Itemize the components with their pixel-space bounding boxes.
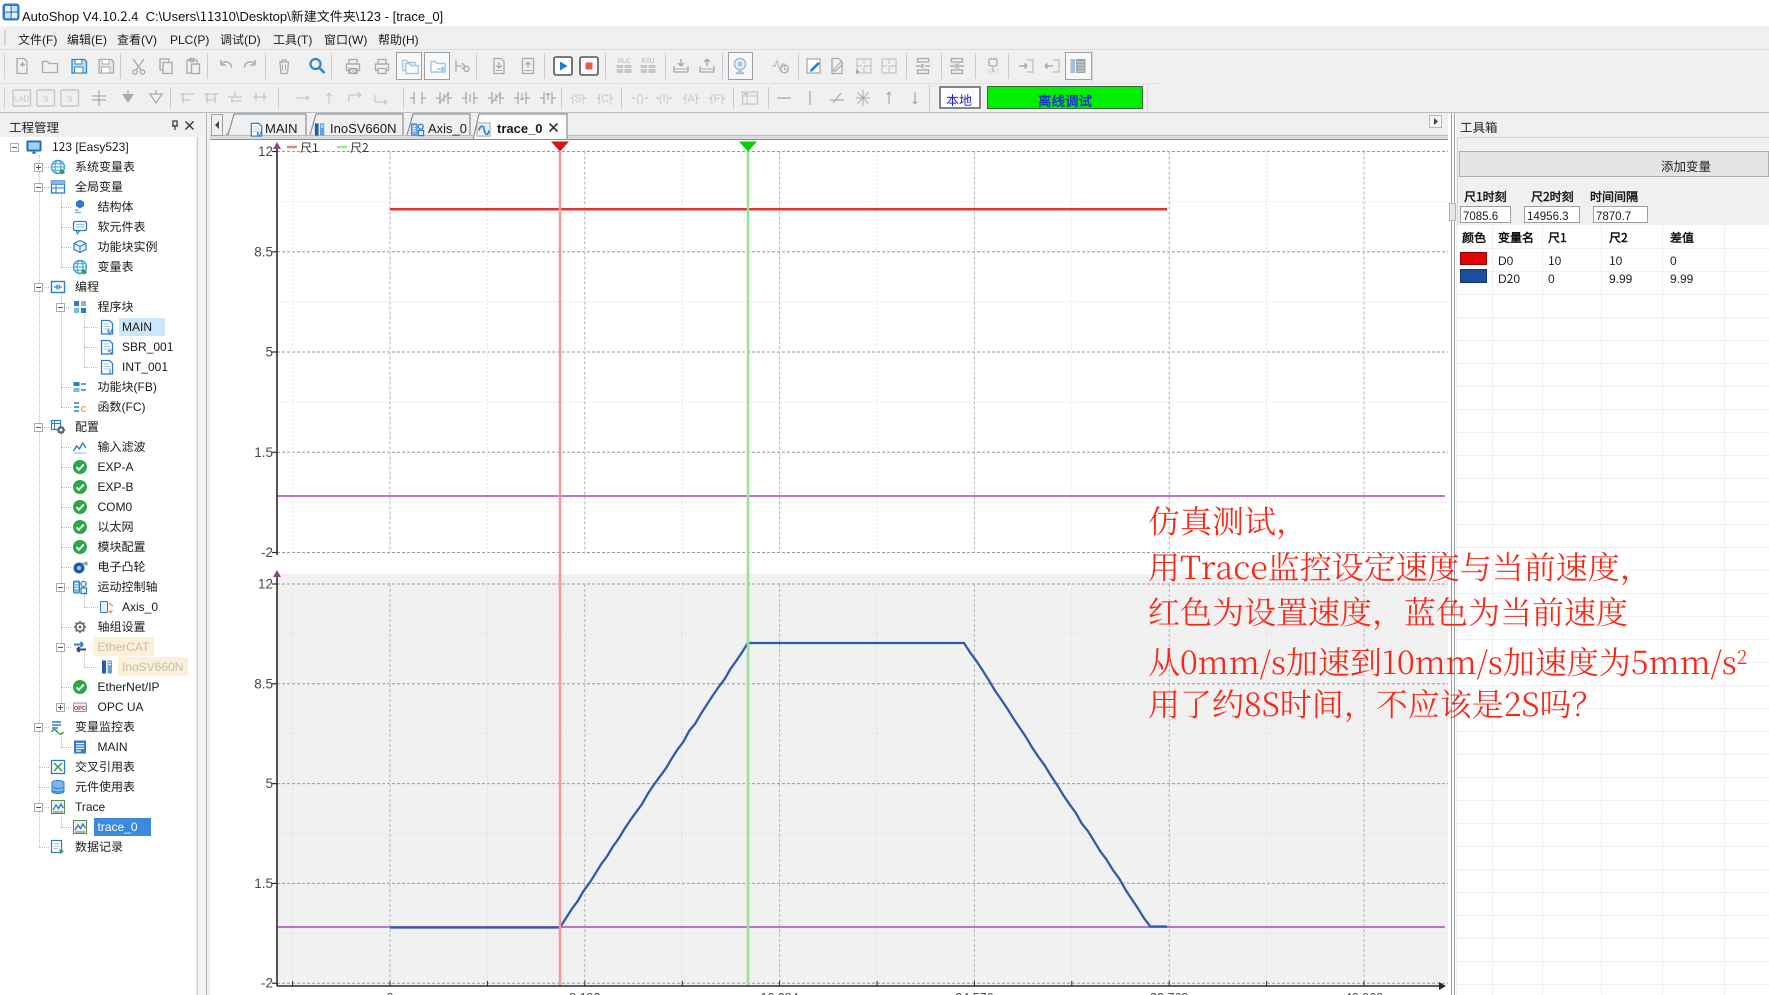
svg-text:0: 0 [387,991,394,995]
svg-text:LAD: LAD [14,95,30,104]
svg-text:12: 12 [258,144,273,159]
svg-text:尺1: 尺1 [300,140,319,156]
svg-text:OPC: OPC [74,706,86,712]
svg-text:8.5: 8.5 [254,676,273,691]
svg-text:32.768: 32.768 [1150,991,1188,995]
svg-text:{F}: {F} [710,93,724,105]
svg-text:5: 5 [265,345,273,360]
svg-text:5: 5 [265,776,273,791]
svg-text:8.192: 8.192 [569,991,600,995]
svg-text:{A}: {A} [684,93,699,105]
svg-text:1.5: 1.5 [254,876,273,891]
svg-text:[C]: [C] [598,93,612,105]
svg-text:S: S [108,350,113,356]
svg-text:24.576: 24.576 [955,991,993,995]
svg-text:PLC: PLC [618,58,631,65]
svg-text:尺2: 尺2 [350,140,369,156]
svg-text:-2: -2 [261,545,273,560]
svg-text:TEST: TEST [987,70,1000,76]
svg-text:40.960: 40.960 [1345,991,1383,995]
svg-text:I: I [109,370,111,376]
svg-text:M: M [107,330,113,336]
svg-text:S: S [43,95,48,104]
svg-text:|S|: |S| [571,93,584,105]
svg-text:(I): (I) [659,93,669,105]
svg-text:RTU: RTU [641,58,655,65]
svg-text:C: C [81,405,87,414]
svg-text:16.384: 16.384 [760,991,798,995]
svg-text:8.5: 8.5 [254,244,273,259]
svg-text:M: M [257,132,263,137]
svg-text:12: 12 [258,577,273,592]
svg-text:-2: -2 [261,976,273,991]
svg-text:(): () [636,93,643,105]
svg-text:1.5: 1.5 [254,445,273,460]
svg-text:S: S [67,95,72,104]
